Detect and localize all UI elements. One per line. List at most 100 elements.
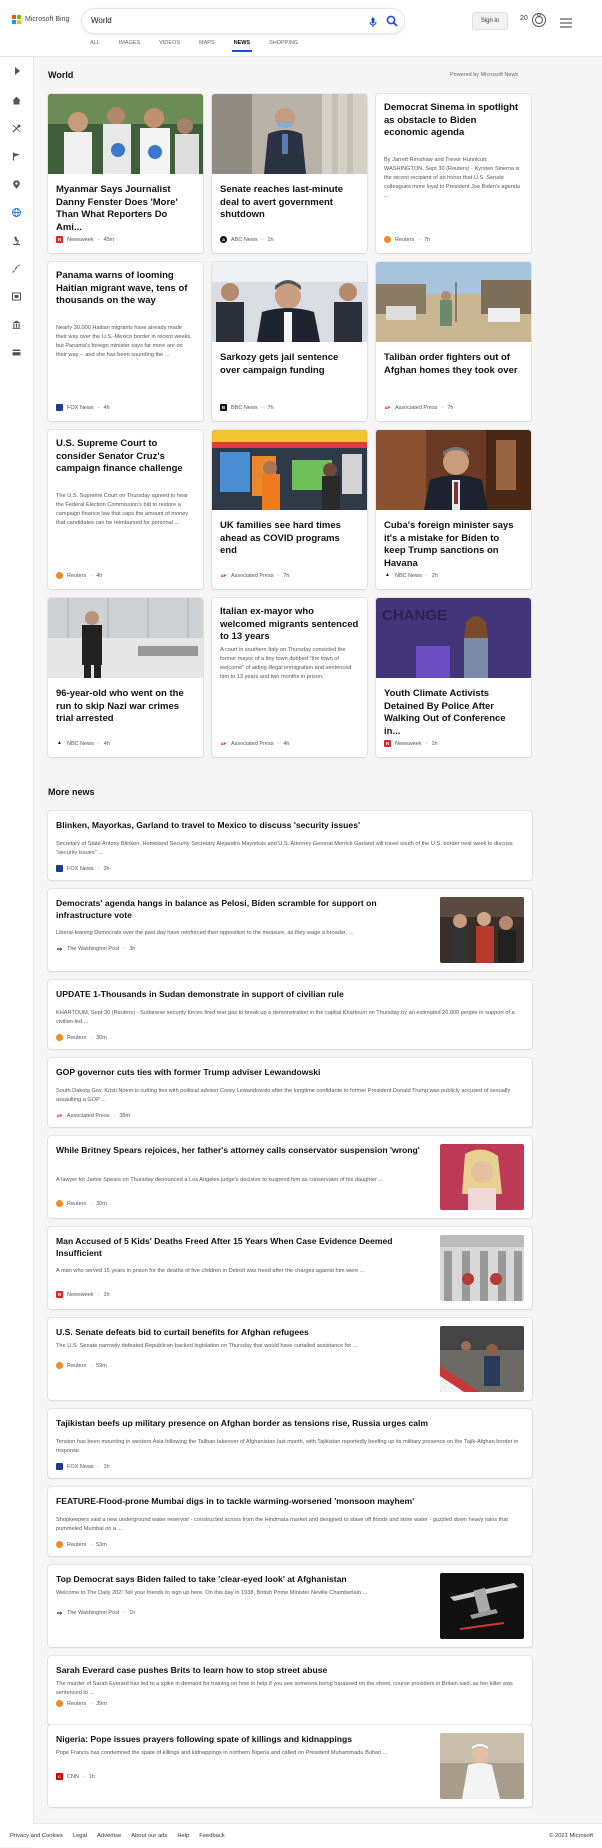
card-title[interactable]: Myanmar Says Journalist Danny Fenster Do…	[56, 184, 195, 234]
sign-in-button[interactable]: Sign in	[472, 12, 508, 30]
item-title[interactable]: UPDATE 1-Thousands in Sudan demonstrate …	[56, 988, 516, 1000]
bing-logo[interactable]: Microsoft Bing	[12, 15, 69, 24]
item-title[interactable]: FEATURE-Flood-prone Mumbai digs in to ta…	[56, 1495, 516, 1507]
news-card[interactable]: U.S. Supreme Court to consider Senator C…	[48, 430, 203, 589]
fox-news-logo-icon	[56, 1463, 63, 1470]
item-source: Reuters · 53m	[56, 1541, 107, 1548]
about-ads-link[interactable]: About our ads	[131, 1833, 167, 1839]
news-list-item[interactable]: While Britney Spears rejoices, her fathe…	[48, 1136, 532, 1218]
news-list-item[interactable]: Man Accused of 5 Kids' Deaths Freed Afte…	[48, 1227, 532, 1309]
card-icon[interactable]	[11, 347, 21, 357]
news-list-item[interactable]: Tajikistan beefs up military presence on…	[48, 1409, 532, 1478]
flag-icon[interactable]	[11, 151, 21, 161]
news-list-item[interactable]: UPDATE 1-Thousands in Sudan demonstrate …	[48, 980, 532, 1049]
item-source: FOX News · 3h	[56, 865, 110, 872]
item-title[interactable]: U.S. Senate defeats bid to curtail benef…	[56, 1326, 431, 1338]
card-title[interactable]: Senate reaches last-minute deal to avert…	[220, 184, 359, 222]
feedback-link[interactable]: Feedback	[199, 1833, 224, 1839]
fox-news-logo-icon	[56, 865, 63, 872]
card-title[interactable]: Panama warns of looming Haitian migrant …	[56, 270, 195, 308]
news-list-item[interactable]: Blinken, Mayorkas, Garland to travel to …	[48, 811, 532, 880]
news-card[interactable]: Taliban order fighters out of Afghan hom…	[376, 262, 531, 421]
reuters-logo-icon	[56, 572, 63, 579]
news-card[interactable]: Democrat Sinema in spotlight as obstacle…	[376, 94, 531, 253]
item-snippet: Tension has been mounting in western Asi…	[56, 1439, 519, 1454]
search-box[interactable]: World	[82, 9, 404, 33]
item-title[interactable]: Sarah Everard case pushes Brits to learn…	[56, 1664, 516, 1676]
news-list-item[interactable]: Sarah Everard case pushes Brits to learn…	[48, 1656, 532, 1725]
item-title[interactable]: Man Accused of 5 Kids' Deaths Freed Afte…	[56, 1235, 431, 1259]
news-card[interactable]: Panama warns of looming Haitian migrant …	[48, 262, 203, 421]
news-card[interactable]: CHANGE Youth Climate Activists Detained …	[376, 598, 531, 757]
help-link[interactable]: Help	[177, 1833, 189, 1839]
reuters-logo-icon	[56, 1034, 63, 1041]
card-title[interactable]: Youth Climate Activists Detained By Poli…	[384, 688, 523, 738]
card-title[interactable]: Taliban order fighters out of Afghan hom…	[384, 352, 523, 377]
news-list-item[interactable]: GOP governor cuts ties with former Trump…	[48, 1058, 532, 1127]
news-list-item[interactable]: Democrats' agenda hangs in balance as Pe…	[48, 889, 532, 971]
item-title[interactable]: While Britney Spears rejoices, her fathe…	[56, 1144, 431, 1156]
card-source: FOX News · 4h	[56, 404, 110, 411]
home-icon[interactable]	[11, 95, 21, 105]
svg-text:CHANGE: CHANGE	[382, 607, 447, 624]
item-snippet: South Dakota Gov. Kristi Noem is cutting…	[56, 1088, 511, 1103]
reuters-logo-icon	[384, 236, 391, 243]
card-title[interactable]: Cuba's foreign minister says it's a mist…	[384, 520, 523, 570]
tab-all[interactable]: ALL	[90, 40, 100, 52]
globe-icon[interactable]	[11, 207, 21, 217]
news-card[interactable]: 96-year-old who went on the run to skip …	[48, 598, 203, 757]
item-title[interactable]: Tajikistan beefs up military presence on…	[56, 1417, 516, 1429]
microphone-icon[interactable]	[369, 15, 377, 33]
item-title[interactable]: Nigeria: Pope issues prayers following s…	[56, 1733, 431, 1745]
news-list-item[interactable]: Nigeria: Pope issues prayers following s…	[48, 1725, 532, 1807]
item-source: Reuters · 39m	[56, 1700, 107, 1707]
card-source: AP Associated Press · 7h	[384, 404, 454, 411]
microscope-icon[interactable]	[11, 235, 21, 245]
tab-news[interactable]: NEWS	[231, 40, 252, 52]
rewards-medal-icon[interactable]	[531, 12, 547, 33]
news-list-item[interactable]: FEATURE-Flood-prone Mumbai digs in to ta…	[48, 1487, 532, 1556]
card-source: ▲ NBC News · 2h	[384, 572, 438, 579]
tools-icon[interactable]	[11, 123, 21, 133]
item-title[interactable]: Top Democrat says Biden failed to take '…	[56, 1573, 431, 1585]
news-card[interactable]: UK families see hard times ahead as COVI…	[212, 430, 367, 589]
rocket-icon[interactable]	[11, 263, 21, 273]
item-source: wp The Washington Post · 1h	[56, 1609, 136, 1616]
tab-shopping[interactable]: SHOPPING	[269, 40, 298, 52]
card-title[interactable]: 96-year-old who went on the run to skip …	[56, 688, 195, 726]
card-title[interactable]: U.S. Supreme Court to consider Senator C…	[56, 438, 195, 476]
search-icon[interactable]	[386, 14, 398, 32]
card-snippet: By Jarrett Renshaw and Trevor Hunnicutt …	[384, 157, 521, 199]
search-input[interactable]: World	[91, 16, 112, 25]
news-list-item[interactable]: Top Democrat says Biden failed to take '…	[48, 1565, 532, 1647]
tab-images[interactable]: IMAGES	[119, 40, 140, 52]
tab-maps[interactable]: MAPS	[199, 40, 215, 52]
hamburger-menu-icon[interactable]	[560, 15, 572, 33]
card-title[interactable]: UK families see hard times ahead as COVI…	[220, 520, 359, 558]
rewards-points[interactable]: 20	[520, 15, 528, 22]
powered-by-label[interactable]: Powered by Microsoft News	[450, 72, 518, 78]
news-card[interactable]: Sarkozy gets jail sentence over campaign…	[212, 262, 367, 421]
expand-icon[interactable]	[9, 63, 24, 78]
copyright: © 2021 Microsoft	[549, 1833, 593, 1839]
card-title[interactable]: Sarkozy gets jail sentence over campaign…	[220, 352, 359, 377]
photo-drone-icon	[440, 1573, 524, 1639]
film-icon[interactable]	[11, 291, 21, 301]
news-card[interactable]: Cuba's foreign minister says it's a mist…	[376, 430, 531, 589]
card-title[interactable]: Democrat Sinema in spotlight as obstacle…	[384, 102, 523, 140]
bank-icon[interactable]	[11, 319, 21, 329]
tab-videos[interactable]: VIDEOS	[159, 40, 180, 52]
legal-link[interactable]: Legal	[73, 1833, 87, 1839]
item-snippet: Liberal-leaning Democrats over the past …	[56, 930, 354, 936]
advertise-link[interactable]: Advertise	[97, 1833, 121, 1839]
card-title[interactable]: Italian ex-mayor who welcomed migrants s…	[220, 606, 359, 644]
item-title[interactable]: GOP governor cuts ties with former Trump…	[56, 1066, 516, 1078]
news-card[interactable]: Italian ex-mayor who welcomed migrants s…	[212, 598, 367, 757]
news-card[interactable]: Senate reaches last-minute deal to avert…	[212, 94, 367, 253]
location-icon[interactable]	[11, 179, 21, 189]
item-title[interactable]: Democrats' agenda hangs in balance as Pe…	[56, 897, 431, 921]
news-card[interactable]: Myanmar Says Journalist Danny Fenster Do…	[48, 94, 203, 253]
item-title[interactable]: Blinken, Mayorkas, Garland to travel to …	[56, 819, 516, 831]
privacy-link[interactable]: Privacy and Cookies	[10, 1833, 63, 1839]
news-list-item[interactable]: U.S. Senate defeats bid to curtail benef…	[48, 1318, 532, 1400]
